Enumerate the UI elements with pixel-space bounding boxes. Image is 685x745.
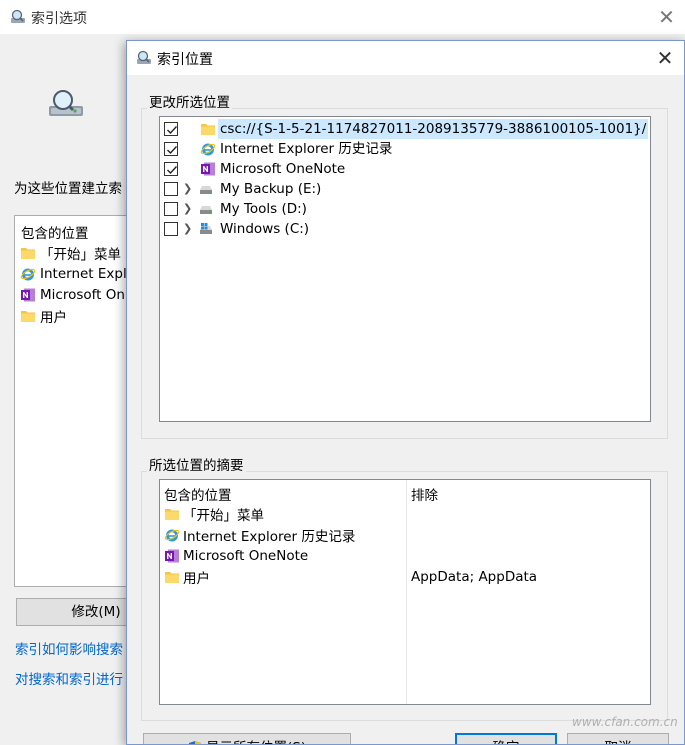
list-item-label: 「开始」菜单: [40, 247, 121, 263]
tree-row[interactable]: Internet Explorer 历史记录: [160, 139, 650, 159]
tree-row-label: Internet Explorer 历史记录: [220, 141, 393, 157]
back-list-header: 包含的位置: [21, 226, 89, 242]
folder-icon: [165, 509, 179, 520]
indexed-locations-dialog: 索引位置 ✕ 更改所选位置 csc://{S-1-5-21-1174827011…: [126, 40, 685, 745]
summary-row-label: 用户: [183, 571, 210, 587]
list-item[interactable]: 「开始」菜单: [20, 243, 121, 263]
tree-checkbox[interactable]: [164, 142, 178, 156]
tree-checkbox[interactable]: [164, 202, 178, 216]
internet-explorer-icon: [20, 268, 36, 281]
back-titlebar: 索引选项 ✕: [0, 0, 685, 34]
column-divider: [406, 480, 407, 704]
onenote-icon: [21, 288, 35, 302]
summary-row-label: Microsoft OneNote: [183, 548, 309, 564]
tree-row-label: Microsoft OneNote: [220, 161, 346, 177]
tree-checkbox[interactable]: [164, 162, 178, 176]
tree-row[interactable]: ❯ My Backup (E:): [160, 179, 650, 199]
folder-icon: [165, 572, 179, 583]
tree-row-label: csc://{S-1-5-21-1174827011-2089135779-38…: [218, 119, 649, 139]
tree-row-label: My Tools (D:): [220, 201, 307, 217]
onenote-icon: [201, 162, 215, 176]
back-prompt-text: 为这些位置建立索: [14, 181, 122, 197]
back-close-button[interactable]: ✕: [648, 0, 685, 34]
cancel-button[interactable]: 取消: [567, 733, 669, 744]
list-item-label: Microsoft On: [40, 287, 125, 303]
indexing-icon: [137, 50, 151, 64]
list-item[interactable]: 用户: [20, 306, 67, 326]
dialog-titlebar: 索引位置 ✕: [127, 41, 684, 75]
internet-explorer-icon: [200, 143, 216, 156]
tree-checkbox[interactable]: [164, 122, 178, 136]
show-all-locations-button[interactable]: 显示所有位置(S): [143, 733, 351, 744]
tree-row[interactable]: ❯ My Tools (D:): [160, 199, 650, 219]
onenote-icon: [165, 549, 179, 563]
help-link-troubleshoot[interactable]: 对搜索和索引进行: [15, 668, 123, 688]
table-row[interactable]: 「开始」菜单: [164, 504, 264, 524]
tree-row[interactable]: Microsoft OneNote: [160, 159, 650, 179]
indexing-icon: [11, 9, 25, 23]
tree-row-label: My Backup (E:): [220, 181, 322, 197]
table-row[interactable]: Internet Explorer 历史记录: [164, 525, 355, 545]
summary-row-label: 「开始」菜单: [183, 508, 264, 524]
list-item-label: 用户: [40, 310, 67, 326]
locations-tree[interactable]: csc://{S-1-5-21-1174827011-2089135779-38…: [159, 116, 651, 422]
folder-icon: [21, 311, 35, 322]
tree-checkbox[interactable]: [164, 182, 178, 196]
tree-row[interactable]: ❯ Windows (C:): [160, 219, 650, 239]
folder-icon: [21, 248, 35, 259]
back-window-title: 索引选项: [31, 11, 87, 27]
summary-header-included: 包含的位置: [164, 488, 232, 504]
uac-shield-icon: [189, 741, 201, 744]
list-item[interactable]: Internet Explo: [20, 264, 135, 284]
table-row[interactable]: Microsoft OneNote: [164, 546, 308, 566]
indexing-large-icon: [49, 90, 83, 116]
windows-drive-icon: [200, 223, 212, 234]
tree-checkbox[interactable]: [164, 222, 178, 236]
summary-row-exclusion: AppData; AppData: [411, 569, 538, 585]
list-item-label: Internet Explo: [40, 266, 135, 282]
summary-header-excluded: 排除: [411, 488, 438, 504]
table-row[interactable]: 用户: [164, 567, 210, 587]
internet-explorer-icon: [164, 529, 180, 542]
ok-button[interactable]: 确定: [455, 733, 557, 744]
drive-icon: [200, 206, 212, 214]
chevron-right-icon[interactable]: ❯: [183, 202, 193, 216]
folder-icon: [201, 124, 215, 135]
change-locations-label: 更改所选位置: [147, 91, 232, 111]
watermark: www.cfan.com.cn: [572, 715, 678, 729]
summary-row-label: Internet Explorer 历史记录: [183, 529, 356, 545]
dialog-close-button[interactable]: ✕: [646, 41, 684, 75]
help-link-indexing[interactable]: 索引如何影响搜索: [15, 638, 123, 658]
chevron-right-icon[interactable]: ❯: [183, 222, 193, 236]
summary-list[interactable]: 包含的位置 排除 「开始」菜单 Internet Explorer 历史记录 M…: [159, 479, 651, 705]
dialog-title: 索引位置: [157, 52, 213, 68]
show-all-locations-label: 显示所有位置(S): [206, 734, 306, 744]
drive-icon: [200, 186, 212, 194]
tree-row-label: Windows (C:): [220, 221, 310, 237]
chevron-right-icon[interactable]: ❯: [183, 182, 193, 196]
tree-row[interactable]: csc://{S-1-5-21-1174827011-2089135779-38…: [160, 119, 650, 139]
list-item[interactable]: Microsoft On: [20, 285, 125, 305]
summary-group-label: 所选位置的摘要: [147, 454, 246, 474]
